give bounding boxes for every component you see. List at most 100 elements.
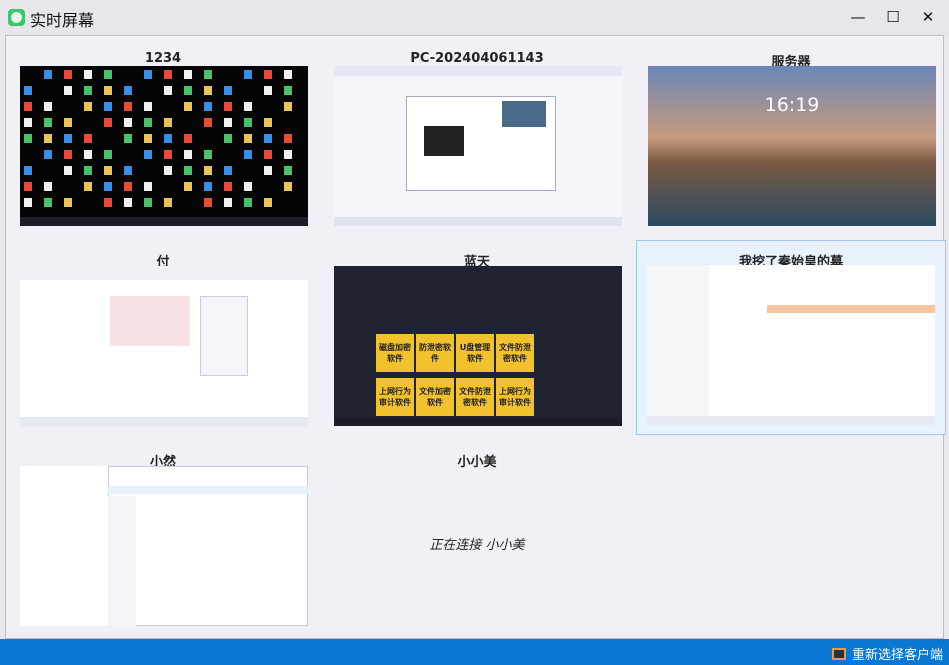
desktop-icon	[64, 166, 72, 175]
client-tile-1234[interactable]: 1234	[8, 44, 318, 239]
desktop-icon	[224, 166, 232, 175]
desktop-icon	[104, 182, 112, 191]
desktop-icon	[284, 70, 292, 79]
desktop-icon	[124, 182, 132, 191]
reselect-label: 重新选择客户端	[851, 648, 943, 663]
title-bar: 实时屏幕 — ☐ ✕	[0, 0, 949, 35]
desktop-icon	[24, 118, 32, 127]
desktop-icon	[224, 134, 232, 143]
desktop-icon	[184, 86, 192, 95]
desktop-icon	[164, 166, 172, 175]
desktop-icon	[144, 70, 152, 79]
desktop-icon	[264, 70, 272, 79]
lock-clock: 16:19	[764, 94, 820, 116]
screen-thumbnail[interactable]: 16:19	[648, 66, 936, 226]
desktop-icon	[284, 166, 292, 175]
desktop-icon	[104, 166, 112, 175]
promo-card: 防泄密软件	[416, 334, 454, 372]
desktop-icon	[144, 102, 152, 111]
screens-panel: 1234 PC-202404061143 服务器 16:19 付 蓝天 磁盘加密…	[5, 35, 946, 639]
screen-thumbnail[interactable]	[334, 66, 622, 226]
client-tile-qin[interactable]: 我挖了秦始皇的墓	[636, 240, 946, 435]
app-icon	[8, 9, 25, 26]
desktop-icon	[244, 102, 252, 111]
desktop-icon	[204, 70, 212, 79]
desktop-icon	[84, 150, 92, 159]
footer-bar: 重新选择客户端	[0, 639, 949, 665]
desktop-icon	[204, 150, 212, 159]
connecting-status: 正在连接 小小美	[429, 538, 525, 553]
desktop-icon	[204, 198, 212, 207]
desktop-icon	[124, 102, 132, 111]
desktop-icon	[224, 86, 232, 95]
desktop-icon	[104, 198, 112, 207]
close-button[interactable]: ✕	[915, 6, 941, 28]
desktop-icon	[84, 182, 92, 191]
desktop-icon	[184, 70, 192, 79]
desktop-icon	[264, 150, 272, 159]
desktop-icon	[224, 102, 232, 111]
desktop-icon	[84, 134, 92, 143]
desktop-icon	[184, 166, 192, 175]
client-tile-xiaoxiaomei[interactable]: 小小美 正在连接 小小美	[322, 444, 632, 639]
desktop-icon	[64, 86, 72, 95]
client-tile-xiaoran[interactable]: 小然	[8, 444, 318, 639]
desktop-icon	[44, 182, 52, 191]
client-tile-server[interactable]: 服务器 16:19	[636, 44, 946, 239]
screen-thumbnail[interactable]	[647, 265, 935, 425]
desktop-icon	[24, 182, 32, 191]
desktop-icon	[64, 70, 72, 79]
desktop-icon	[264, 166, 272, 175]
desktop-icon	[164, 70, 172, 79]
desktop-icon	[64, 118, 72, 127]
desktop-icon	[144, 182, 152, 191]
desktop-icon	[244, 150, 252, 159]
client-name: PC-202404061143	[410, 51, 544, 66]
screen-thumbnail[interactable]: 磁盘加密软件 防泄密软件 U盘管理软件 文件防泄密软件 上网行为审计软件 文件加密软件 文件…	[334, 266, 622, 426]
desktop-icon	[244, 118, 252, 127]
desktop-icon	[124, 166, 132, 175]
desktop-icon	[184, 150, 192, 159]
desktop-icon	[144, 118, 152, 127]
screen-thumbnail[interactable]	[20, 466, 308, 626]
screen-thumbnail[interactable]	[20, 66, 308, 226]
desktop-icon	[284, 150, 292, 159]
desktop-icon	[64, 150, 72, 159]
desktop-icon	[104, 70, 112, 79]
desktop-icon	[104, 102, 112, 111]
desktop-icon	[244, 198, 252, 207]
desktop-icon	[264, 198, 272, 207]
desktop-icon	[164, 134, 172, 143]
desktop-icon	[284, 134, 292, 143]
desktop-icon	[204, 86, 212, 95]
desktop-icon	[64, 198, 72, 207]
desktop-icon	[44, 102, 52, 111]
client-tile-lantian[interactable]: 蓝天 磁盘加密软件 防泄密软件 U盘管理软件 文件防泄密软件 上网行为审计软件 文件加密软…	[322, 244, 632, 439]
promo-card: U盘管理软件	[456, 334, 494, 372]
desktop-icon	[24, 166, 32, 175]
screen-thumbnail[interactable]	[20, 266, 308, 426]
desktop-icon	[144, 134, 152, 143]
desktop-icon	[124, 198, 132, 207]
desktop-icon	[264, 118, 272, 127]
desktop-icon	[104, 86, 112, 95]
desktop-icon	[204, 102, 212, 111]
client-tile-pc[interactable]: PC-202404061143	[322, 44, 632, 239]
desktop-icon	[124, 118, 132, 127]
desktop-icon	[44, 134, 52, 143]
client-name: 小小美	[457, 455, 497, 470]
desktop-icon	[164, 86, 172, 95]
maximize-button[interactable]: ☐	[880, 6, 906, 28]
desktop-icon	[244, 70, 252, 79]
desktop-icon	[204, 166, 212, 175]
desktop-icon	[244, 134, 252, 143]
desktop-icon	[84, 166, 92, 175]
desktop-icon	[24, 134, 32, 143]
desktop-icon	[124, 86, 132, 95]
client-name: 1234	[144, 51, 182, 66]
client-tile-fu[interactable]: 付	[8, 244, 318, 439]
minimize-button[interactable]: —	[845, 6, 871, 28]
desktop-icon	[164, 198, 172, 207]
promo-card: 上网行为审计软件	[376, 378, 414, 416]
reselect-client-button[interactable]: 重新选择客户端	[831, 644, 943, 663]
